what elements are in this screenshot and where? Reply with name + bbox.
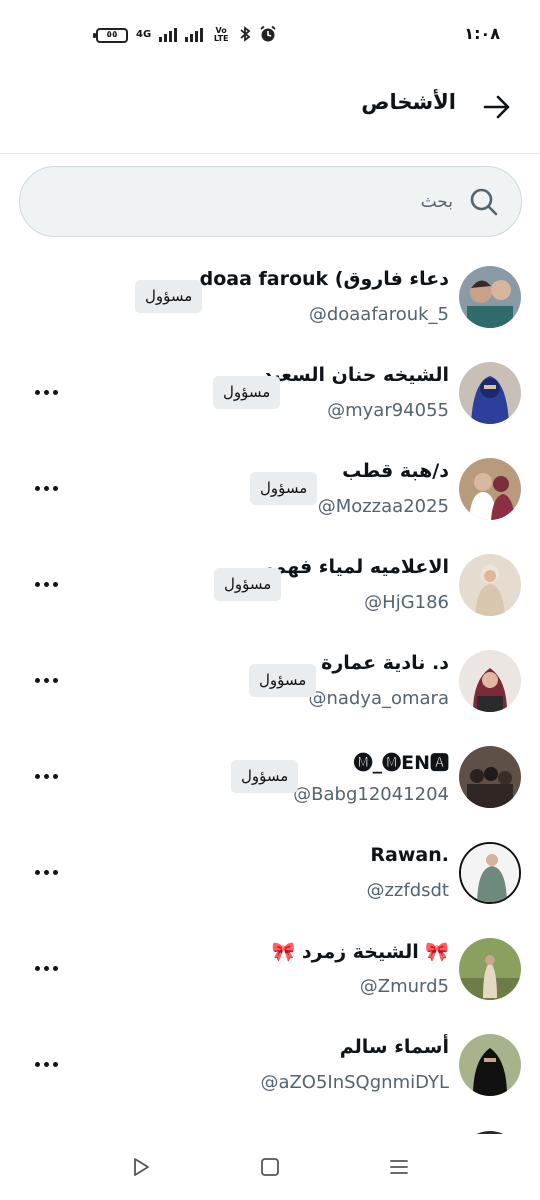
person-name: أسماء سالم bbox=[339, 1036, 449, 1058]
status-icons: ٥٥ 4G Vo LTE bbox=[93, 22, 277, 48]
person-name: 🎀 الشيخة زمرد 🎀 bbox=[271, 941, 449, 963]
person-handle: @Mozzaa2025 bbox=[317, 496, 449, 517]
admin-badge: مسؤول bbox=[213, 376, 281, 409]
people-list: doaa farouk (دعاء فاروق @doaafarouk_5 مس… bbox=[0, 250, 540, 1114]
person-name: د. نادية عمارة bbox=[321, 652, 449, 674]
more-options-button[interactable] bbox=[33, 571, 59, 597]
admin-badge: مسؤول bbox=[231, 760, 299, 793]
square-home-icon[interactable] bbox=[253, 1150, 287, 1184]
avatar[interactable] bbox=[459, 458, 521, 520]
list-item[interactable]: د. نادية عمارة @nadya_omara مسؤول bbox=[0, 634, 540, 730]
battery-level: ٥٥ bbox=[106, 30, 118, 40]
more-options-button[interactable] bbox=[33, 667, 59, 693]
person-name: doaa farouk (دعاء فاروق bbox=[199, 268, 449, 290]
list-item[interactable]: Rawan. @zzfdsdt bbox=[0, 826, 540, 922]
network-type: 4G bbox=[136, 29, 152, 40]
person-name: 🅜_🅜EN🅰 bbox=[353, 752, 449, 774]
person-handle: @Zmurd5 bbox=[359, 976, 449, 997]
bluetooth-icon bbox=[239, 25, 251, 45]
avatar[interactable] bbox=[459, 554, 521, 616]
avatar[interactable] bbox=[459, 938, 521, 1000]
avatar[interactable] bbox=[459, 266, 521, 328]
person-handle: @Babg12041204 bbox=[293, 784, 449, 805]
person-handle: @aZO5InSQgnmiDYL bbox=[260, 1072, 449, 1093]
admin-badge: مسؤول bbox=[250, 472, 318, 505]
list-item[interactable]: doaa farouk (دعاء فاروق @doaafarouk_5 مس… bbox=[0, 250, 540, 346]
page-title: الأشخاص bbox=[361, 90, 456, 114]
person-name: Rawan. bbox=[370, 844, 449, 866]
volte-icon: Vo LTE bbox=[213, 26, 229, 43]
admin-badge: مسؤول bbox=[214, 568, 282, 601]
person-handle: @HjG186 bbox=[364, 592, 449, 613]
more-options-button[interactable] bbox=[33, 859, 59, 885]
person-name: الشيخه حنان السعيد bbox=[262, 364, 449, 386]
search-box[interactable] bbox=[19, 166, 522, 237]
more-options-button[interactable] bbox=[33, 1051, 59, 1077]
person-handle: @myar94055 bbox=[327, 400, 449, 421]
menu-lines-icon[interactable] bbox=[382, 1150, 416, 1184]
admin-badge: مسؤول bbox=[135, 280, 203, 313]
alarm-icon bbox=[259, 25, 277, 46]
avatar[interactable] bbox=[459, 746, 521, 808]
more-options-button[interactable] bbox=[33, 763, 59, 789]
status-time: ١:٠٨ bbox=[464, 24, 500, 43]
signal-icon bbox=[159, 28, 178, 42]
search-icon bbox=[469, 187, 499, 217]
triangle-back-icon[interactable] bbox=[124, 1150, 158, 1184]
navigation-bar bbox=[0, 1134, 540, 1200]
list-item[interactable]: د/هبة قطب @Mozzaa2025 مسؤول bbox=[0, 442, 540, 538]
avatar[interactable] bbox=[459, 842, 521, 904]
person-name: د/هبة قطب bbox=[342, 460, 449, 482]
avatar[interactable] bbox=[459, 362, 521, 424]
person-name: الاعلاميه لمياء فهمي bbox=[255, 556, 449, 578]
person-handle: @zzfdsdt bbox=[366, 880, 449, 901]
battery-icon: ٥٥ bbox=[93, 27, 128, 43]
header: الأشخاص bbox=[0, 70, 540, 154]
avatar[interactable] bbox=[459, 1034, 521, 1096]
person-handle: @doaafarouk_5 bbox=[308, 304, 449, 325]
more-options-button[interactable] bbox=[33, 379, 59, 405]
list-item[interactable]: الشيخه حنان السعيد @myar94055 مسؤول bbox=[0, 346, 540, 442]
list-item[interactable]: أسماء سالم @aZO5InSQgnmiDYL bbox=[0, 1018, 540, 1114]
admin-badge: مسؤول bbox=[249, 664, 317, 697]
list-item[interactable]: 🎀 الشيخة زمرد 🎀 @Zmurd5 bbox=[0, 922, 540, 1018]
signal-icon-2 bbox=[185, 28, 204, 42]
arrow-right-icon[interactable] bbox=[482, 92, 512, 122]
status-bar: ٥٥ 4G Vo LTE ١:٠٨ bbox=[0, 0, 540, 70]
person-handle: @nadya_omara bbox=[308, 688, 449, 709]
search-input[interactable] bbox=[73, 185, 453, 219]
avatar[interactable] bbox=[459, 650, 521, 712]
more-options-button[interactable] bbox=[33, 475, 59, 501]
more-options-button[interactable] bbox=[33, 955, 59, 981]
list-item[interactable]: الاعلاميه لمياء فهمي @HjG186 مسؤول bbox=[0, 538, 540, 634]
list-item[interactable]: 🅜_🅜EN🅰 @Babg12041204 مسؤول bbox=[0, 730, 540, 826]
